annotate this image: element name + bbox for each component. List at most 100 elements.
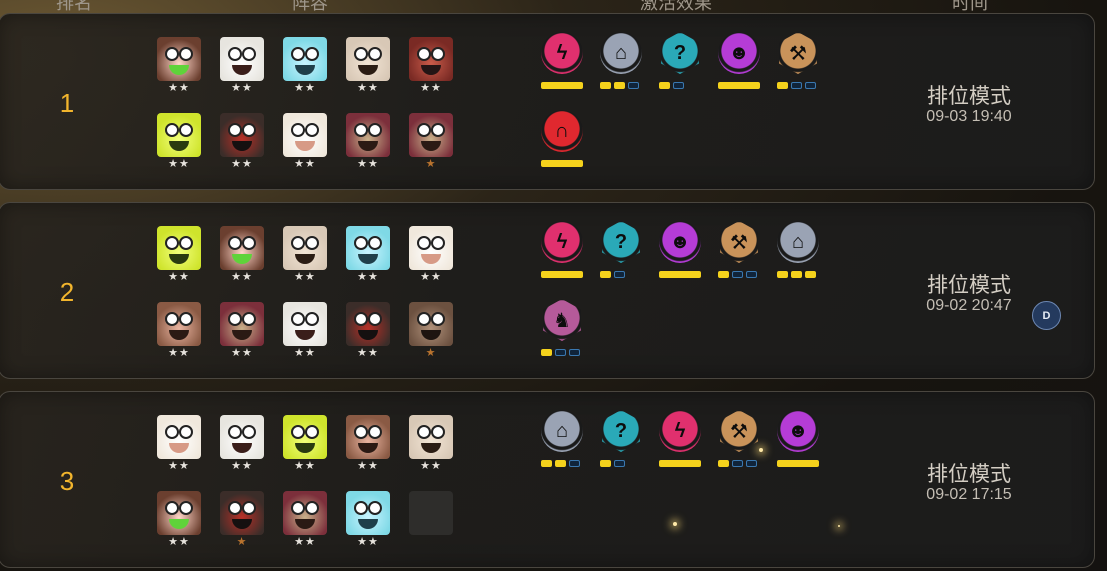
red-hat-bearded-portrait-icon: [220, 491, 264, 535]
portrait-detail: [358, 330, 378, 340]
synergy-guardian[interactable]: ⌂: [539, 410, 585, 468]
match-time: 09-02 17:15: [926, 486, 1012, 503]
unit-slot[interactable]: ★★: [219, 415, 265, 472]
synergy-predator[interactable]: ∩: [539, 110, 585, 168]
portrait-detail: [358, 254, 378, 264]
synergy-demon[interactable]: ☻: [775, 410, 821, 468]
portrait-detail: [169, 65, 189, 75]
unit-slot[interactable]: ★★: [282, 113, 328, 170]
portrait-detail: [421, 443, 441, 453]
synergy-level-bar: [659, 271, 701, 278]
portrait-detail: [232, 330, 252, 340]
synergy-warrior[interactable]: ⚒: [716, 410, 762, 468]
unit-slot[interactable]: ★★: [219, 113, 265, 170]
mystic-icon: ?: [602, 221, 640, 263]
unit-slot[interactable]: ★★: [345, 302, 391, 359]
synergy-level-bar: [541, 460, 580, 467]
sparkle: [673, 522, 677, 526]
unit-slot[interactable]: ★★: [345, 491, 391, 548]
player-badge[interactable]: D: [1032, 301, 1061, 330]
unit-slot[interactable]: [408, 491, 454, 547]
synergy-level-bar: [718, 460, 757, 467]
portrait-detail: [232, 65, 252, 75]
level-segment: [673, 82, 684, 89]
unit-slot[interactable]: ★: [408, 302, 454, 359]
guardian-icon: ⌂: [600, 32, 642, 74]
unit-slot[interactable]: ★★: [408, 37, 454, 94]
unit-slot[interactable]: ★★: [156, 113, 202, 170]
unit-slot[interactable]: ★★: [345, 37, 391, 94]
star-rating: ★: [425, 347, 437, 359]
portrait-detail: [421, 141, 441, 151]
unit-slot[interactable]: ★★: [408, 415, 454, 472]
unit-slot[interactable]: ★★: [345, 113, 391, 170]
synergy-mystic[interactable]: ?: [657, 32, 703, 90]
unit-slot[interactable]: ★: [408, 113, 454, 170]
unit-slot[interactable]: ★★: [408, 226, 454, 283]
ice-yeti-portrait-icon: [346, 491, 390, 535]
portrait-detail: [165, 236, 179, 250]
portrait-detail: [228, 123, 242, 137]
level-segment: [628, 82, 639, 89]
level-segment: [600, 460, 611, 467]
unit-slot[interactable]: ★★: [219, 302, 265, 359]
unit-slot[interactable]: ★★: [282, 37, 328, 94]
unit-slot[interactable]: ★★: [282, 491, 328, 548]
portrait-detail: [417, 236, 431, 250]
level-segment: [791, 271, 802, 278]
synergy-guardian[interactable]: ⌂: [598, 32, 644, 90]
synergy-level-bar: [600, 460, 625, 467]
match-time: 09-02 20:47: [926, 297, 1012, 314]
portrait-detail: [228, 236, 242, 250]
synergy-dragon[interactable]: ϟ: [539, 221, 585, 279]
horned-berserker-portrait-icon: [409, 113, 453, 157]
portrait-detail: [368, 236, 382, 250]
unit-slot[interactable]: ★★: [345, 226, 391, 283]
synergy-knight[interactable]: ♞: [539, 299, 585, 357]
star-rating: ★★: [294, 536, 316, 548]
bald-monk-portrait-icon: [283, 226, 327, 270]
unit-slot[interactable]: ★★: [282, 415, 328, 472]
portrait-detail: [232, 443, 252, 453]
unit-slot[interactable]: ★★: [156, 302, 202, 359]
synergy-demon[interactable]: ☻: [716, 32, 762, 90]
unit-slot[interactable]: ★★: [282, 302, 328, 359]
level-segment: [614, 271, 625, 278]
synergy-dragon[interactable]: ϟ: [539, 32, 585, 90]
synergy-warrior[interactable]: ⚒: [716, 221, 762, 279]
demon-icon: ☻: [718, 32, 760, 74]
unit-slot[interactable]: ★: [219, 491, 265, 548]
synergy-warrior[interactable]: ⚒: [775, 32, 821, 90]
unit-slot[interactable]: ★★: [156, 491, 202, 548]
unit-slot[interactable]: ★★: [345, 415, 391, 472]
unit-slot[interactable]: ★★: [156, 37, 202, 94]
match-record-2[interactable]: 2 ★★ ★★ ★★ ★★ ★★ ★★ ★★ ★★ ★★ ★ ϟ? ☻ ⚒ ⌂ ♞ 排位模式 09-02 …: [0, 202, 1095, 379]
unit-slot[interactable]: ★★: [156, 415, 202, 472]
portrait-detail: [295, 330, 315, 340]
unit-slot[interactable]: ★★: [282, 226, 328, 283]
level-segment: [718, 460, 729, 467]
horned-berserker-portrait-icon: [220, 302, 264, 346]
synergy-guardian[interactable]: ⌂: [775, 221, 821, 279]
synergy-mystic[interactable]: ?: [598, 221, 644, 279]
synergy-demon[interactable]: ☻: [657, 221, 703, 279]
unit-slot[interactable]: ★★: [219, 37, 265, 94]
portrait-detail: [368, 312, 382, 326]
unit-slot[interactable]: ★★: [156, 226, 202, 283]
unit-slot[interactable]: ★★: [219, 226, 265, 283]
portrait-detail: [169, 141, 189, 151]
synergy-dragon[interactable]: ϟ: [657, 410, 703, 468]
boar-portrait-icon: [157, 302, 201, 346]
green-horn-pig-portrait-icon: [220, 226, 264, 270]
portrait-detail: [291, 236, 305, 250]
dragon-icon: ϟ: [541, 32, 583, 74]
match-record-1[interactable]: 1 ★★ ★★ ★★ ★★ ★★ ★★ ★★ ★★ ★★ ★ ϟ ⌂? ☻ ⚒ ∩ 排位模式 09-03 …: [0, 13, 1095, 190]
red-hat-bearded-portrait-icon: [220, 113, 264, 157]
synergy-mystic[interactable]: ?: [598, 410, 644, 468]
portrait-detail: [242, 236, 256, 250]
portrait-detail: [291, 312, 305, 326]
portrait-detail: [232, 254, 252, 264]
star-rating: ★★: [231, 460, 253, 472]
portrait-detail: [358, 519, 378, 529]
match-record-3[interactable]: 3 ★★ ★★ ★★ ★★ ★★ ★★ ★ ★★ ★★ ⌂? ϟ ⚒ ☻ 排位模式 09-02 17:…: [0, 391, 1095, 568]
